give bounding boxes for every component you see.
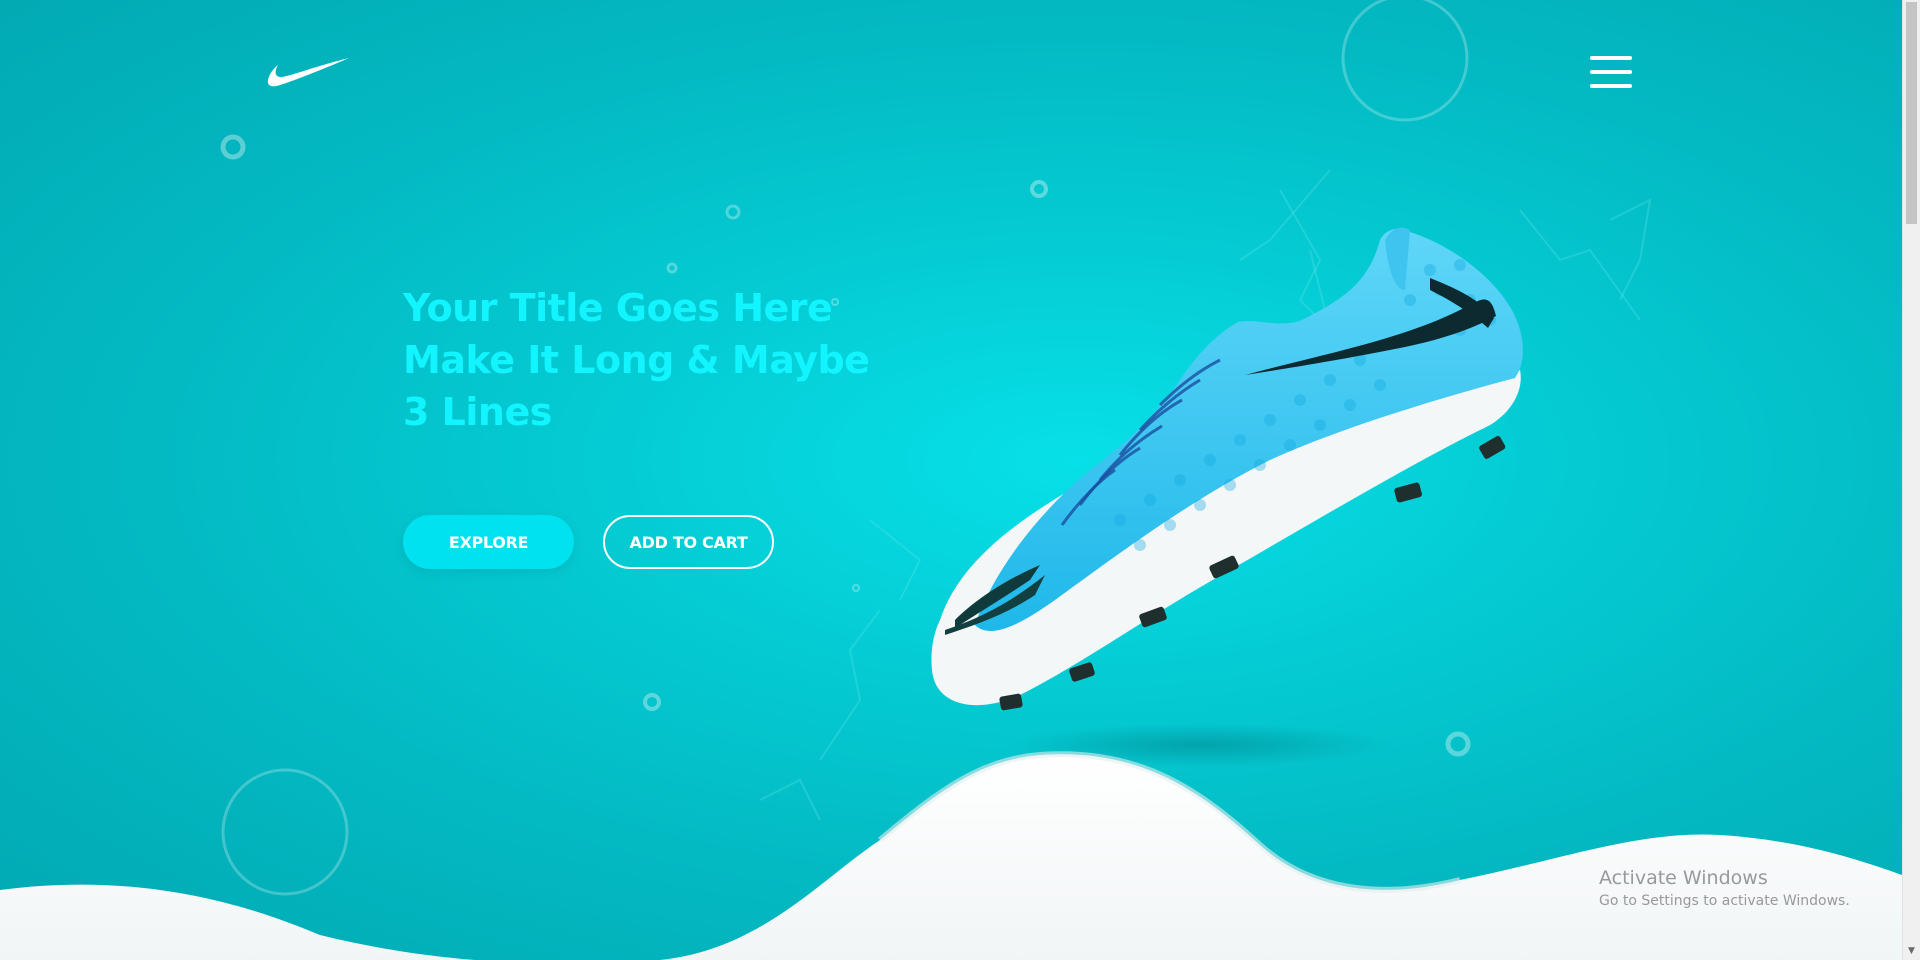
ring-small: [852, 584, 860, 592]
ring-small: [643, 693, 661, 711]
ring-small: [1445, 731, 1471, 757]
ring-large-top: [1341, 0, 1469, 122]
explore-button[interactable]: EXPLORE: [403, 515, 574, 569]
football-boot-image: [931, 227, 1523, 711]
add-to-cart-button[interactable]: ADD TO CART: [603, 515, 774, 569]
ring-large-bottom: [221, 768, 349, 896]
ring-small: [725, 204, 741, 220]
hero-section: Your Title Goes Here Make It Long & Mayb…: [0, 0, 1902, 960]
ring-small: [220, 134, 246, 160]
ring-small: [666, 262, 678, 274]
background-decoration: [0, 0, 1902, 960]
scroll-down-arrow-icon[interactable]: ▼: [1906, 946, 1917, 956]
ring-small: [1030, 180, 1048, 198]
landing-page: Your Title Goes Here Make It Long & Mayb…: [0, 0, 1920, 960]
vertical-scrollbar[interactable]: ▼: [1902, 0, 1920, 960]
hamburger-menu-icon[interactable]: [1590, 54, 1632, 90]
hero-title-line-3: 3 Lines: [403, 390, 552, 434]
scrollbar-thumb[interactable]: [1906, 2, 1917, 224]
activate-windows-subtitle: Go to Settings to activate Windows.: [1599, 893, 1850, 909]
hero-title: Your Title Goes Here Make It Long & Mayb…: [403, 282, 963, 438]
activate-windows-title: Activate Windows: [1599, 867, 1768, 889]
hero-title-line-2: Make It Long & Maybe: [403, 338, 870, 382]
hero-title-line-1: Your Title Goes Here: [403, 286, 833, 330]
activate-windows-watermark: Activate Windows Go to Settings to activ…: [1599, 866, 1850, 911]
nike-swoosh-logo[interactable]: [266, 56, 350, 92]
